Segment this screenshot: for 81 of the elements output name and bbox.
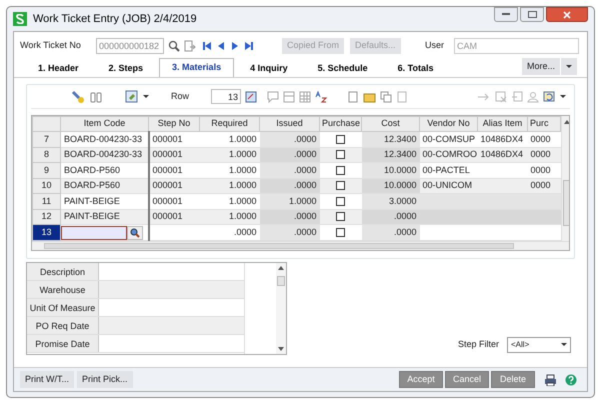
field-label: Row [171,90,190,103]
table-cell: .0000 [294,134,316,144]
table-cell: 1.0000 [288,196,316,206]
tab[interactable]: 3. Materials [159,58,234,77]
column-header[interactable]: Issued [260,116,320,132]
row-number[interactable]: 7 [32,132,60,148]
field-label: Warehouse [27,281,99,298]
more-button[interactable]: More... [522,58,560,75]
table-cell: 1.0000 [228,134,256,144]
table-cell: 12.3400 [384,134,416,144]
column-header[interactable]: Alias Item [478,116,528,132]
table-cell: 000001 [152,149,183,160]
tab[interactable]: 4 Inquiry [236,61,302,77]
field-label: PO Req Date [27,317,99,334]
table-cell: .0000 [294,211,316,222]
table-cell: 12.3400 [384,149,416,160]
field-label: Unit Of Measure [27,299,99,316]
field-label: Step Filter [458,338,499,352]
print-button[interactable]: Print Pick... [77,371,133,388]
table-cell: 00-COMROO [422,149,478,160]
table-cell: 0000 [530,180,551,190]
field-label: User [424,39,444,52]
column-header[interactable]: Purchase [320,116,362,132]
table-cell: 10.0000 [384,164,416,175]
table-cell: 00-PACTEL [422,164,470,175]
table-cell: 000001 [152,196,183,206]
table-cell: .0000 [394,226,416,237]
table-cell: 0000 [530,149,551,160]
table-cell: PAINT-BEIGE [64,211,120,222]
column-header[interactable]: Required [200,116,260,132]
row-number[interactable]: 12 [32,209,60,225]
table-cell: 1.0000 [228,164,256,175]
field-label: Promise Date [27,335,99,352]
table-cell: 10486DX4 [480,134,524,144]
column-header[interactable]: Item Code [60,116,148,132]
table-cell: 1.0000 [228,180,256,190]
table-cell: 10486DX4 [480,149,524,160]
table-cell: PAINT-BEIGE [64,196,120,206]
field-label: Description [27,263,99,280]
row-number[interactable]: 11 [32,194,60,210]
window-title: Work Ticket Entry (JOB) 2/4/2019 [33,12,197,27]
table-cell: 000001 [152,211,183,222]
tab[interactable]: 1. Header [24,61,93,77]
tab[interactable]: 6. Totals [384,61,448,77]
column-header[interactable]: Step No [148,116,200,132]
table-cell: .0000 [294,226,316,237]
table-cell: 000001 [152,134,183,144]
table-cell: 1.0000 [228,196,256,206]
column-header[interactable]: Purc [528,116,560,132]
table-cell: 0000 [530,134,551,144]
field-label: Work Ticket No [20,39,82,52]
print-button[interactable]: Print W/T... [20,371,74,388]
table-cell: .0000 [234,226,256,237]
table-cell: 10.0000 [384,180,416,190]
table-cell: BOARD-004230-33 [64,149,142,160]
table-cell: BOARD-P560 [64,180,120,190]
table-cell: .0000 [294,164,316,175]
table-cell: 00-COMSUP [422,134,476,144]
tab[interactable]: 5. Schedule [304,61,382,77]
tab[interactable]: 2. Steps [94,61,158,77]
column-header[interactable]: Vendor No [420,116,478,132]
table-cell: 1.0000 [228,211,256,222]
table-cell: 00-UNICOM [422,180,472,190]
table-cell: 1.0000 [228,149,256,160]
row-number-field[interactable]: 13 [211,89,242,104]
table-cell: 000001 [152,164,183,175]
table-cell: 3.0000 [388,196,416,206]
table-cell: .0000 [394,211,416,222]
step-filter-dropdown[interactable]: <All> [507,337,571,353]
column-header[interactable]: Cost [362,116,420,132]
table-cell: .0000 [294,149,316,160]
table-cell: 000001 [152,180,183,190]
table-cell: BOARD-004230-33 [64,134,142,144]
table-cell: BOARD-P560 [64,164,120,175]
row-number[interactable]: 9 [32,162,60,178]
row-number[interactable]: 10 [32,178,60,194]
row-number[interactable]: 13 [32,224,60,240]
table-cell: .0000 [294,180,316,190]
table-cell: 0000 [530,164,551,175]
row-number[interactable]: 8 [32,147,60,163]
ticket-number-field[interactable]: 000000000182 [96,38,164,54]
